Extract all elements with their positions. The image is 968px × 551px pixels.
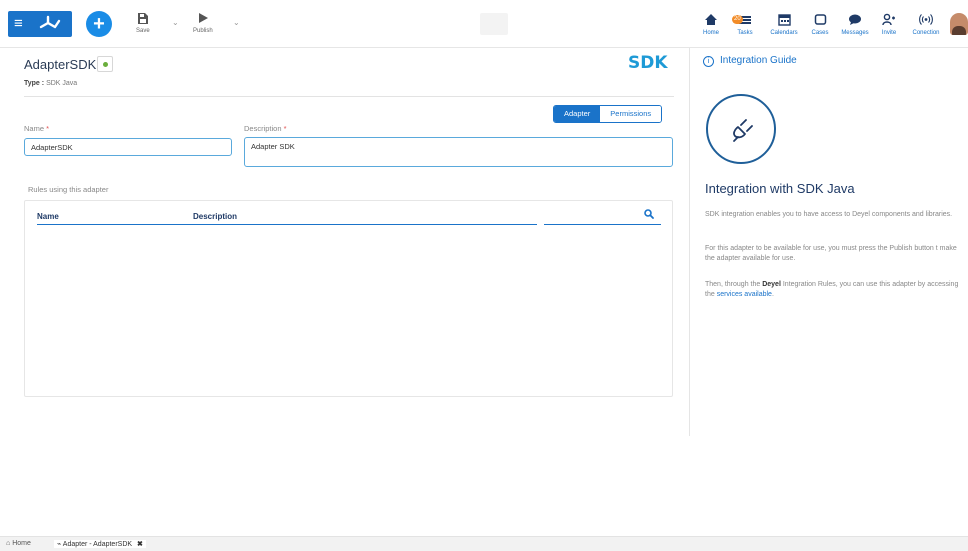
search-icon[interactable] <box>644 209 654 222</box>
nav-calendars[interactable]: Calendars <box>767 13 801 36</box>
description-field[interactable]: Adapter SDK <box>244 137 673 167</box>
top-toolbar: ≡ + Save ⌄ Publish ⌄ Home Tasks 20 Calen… <box>0 0 968 48</box>
sdk-brand-logo: SDK <box>628 53 668 73</box>
column-header-description[interactable]: Description <box>193 212 237 221</box>
tab-adapter[interactable]: Adapter <box>554 106 601 122</box>
home-icon <box>694 13 728 29</box>
table-search-input[interactable] <box>544 224 661 225</box>
user-avatar[interactable] <box>950 13 968 35</box>
publish-button[interactable]: Publish <box>193 12 213 34</box>
nav-invite[interactable]: Invite <box>872 13 906 36</box>
name-label-text: Name <box>24 124 45 133</box>
save-options-chevron-icon[interactable]: ⌄ <box>172 18 179 27</box>
table-header-underline <box>37 224 537 225</box>
type-value: SDK Java <box>46 80 78 87</box>
guide-title: Integration with SDK Java <box>705 181 855 196</box>
nav-cases[interactable]: Cases <box>803 13 837 36</box>
plug-icon <box>733 119 753 142</box>
connection-icon <box>909 13 943 29</box>
menu-icon[interactable]: ≡ <box>14 16 23 31</box>
guide-p3-start: Then, through the <box>705 281 763 288</box>
header-divider <box>24 96 674 97</box>
name-field[interactable]: AdapterSDK <box>24 138 232 156</box>
name-label: Name * <box>24 124 49 133</box>
messages-icon <box>838 13 872 29</box>
guide-paragraph-1: SDK integration enables you to have acce… <box>705 211 953 218</box>
column-header-name[interactable]: Name <box>37 212 59 221</box>
status-indicator[interactable] <box>97 56 113 72</box>
services-available-link[interactable]: services available <box>717 291 772 298</box>
adapter-small-icon: ⌁ <box>57 541 62 548</box>
calendar-icon <box>767 13 801 29</box>
guide-paragraph-2: For this adapter to be available for use… <box>705 245 957 262</box>
nav-connection[interactable]: Conection <box>909 13 943 36</box>
info-icon: i <box>703 56 714 67</box>
footer-tab-home[interactable]: ⌂ Home <box>6 540 31 547</box>
nav-calendars-label: Calendars <box>770 30 798 36</box>
guide-p3-deyel: Deyel <box>762 281 781 288</box>
publish-label: Publish <box>193 28 213 34</box>
guide-p3-end: . <box>771 291 774 298</box>
guide-paragraph-3: Then, through the Deyel Integration Rule… <box>705 280 965 300</box>
close-icon[interactable]: ✖ <box>137 541 143 548</box>
nav-cases-label: Cases <box>811 30 829 36</box>
adapter-type: Type : SDK Java <box>24 80 77 87</box>
description-required-mark: * <box>283 124 287 133</box>
page-title: AdapterSDK <box>24 57 97 72</box>
tasks-count-badge: 20 <box>732 15 743 24</box>
guide-header-label: Integration Guide <box>720 55 797 66</box>
publish-icon <box>193 12 213 26</box>
footer-tabs-bar: ⌂ Home ⌁ Adapter - AdapterSDK ✖ <box>0 536 968 551</box>
type-label: Type : <box>24 80 45 87</box>
guide-illustration <box>706 94 776 164</box>
footer-tab-adapter-label: Adapter - AdapterSDK <box>62 541 133 548</box>
save-button[interactable]: Save <box>136 12 150 34</box>
plus-icon: + <box>93 13 105 35</box>
guide-header[interactable]: i Integration Guide <box>703 55 797 67</box>
nav-messages[interactable]: Messages <box>838 13 872 36</box>
form-tabs: Adapter Permissions <box>553 105 663 123</box>
home-small-icon: ⌂ <box>6 540 11 547</box>
nav-invite-label: Invite <box>881 30 897 36</box>
publish-options-chevron-icon[interactable]: ⌄ <box>233 18 240 27</box>
panel-divider <box>689 48 690 436</box>
global-search-box[interactable] <box>480 13 508 35</box>
description-label-text: Description <box>244 124 282 133</box>
deyel-logo-icon <box>38 15 62 36</box>
save-icon <box>136 12 150 26</box>
description-label: Description * <box>244 124 287 133</box>
nav-messages-label: Messages <box>841 30 869 36</box>
save-label: Save <box>136 28 150 34</box>
create-new-button[interactable]: + <box>86 11 112 37</box>
nav-home-label: Home <box>702 30 719 36</box>
rules-table <box>24 200 673 397</box>
name-required-mark: * <box>46 124 50 133</box>
footer-tab-home-label: Home <box>12 540 31 547</box>
nav-tasks-label: Tasks <box>737 30 753 36</box>
nav-connection-label: Conection <box>912 30 940 36</box>
footer-tab-adapter[interactable]: ⌁ Adapter - AdapterSDK ✖ <box>54 540 146 548</box>
app-menu-brand[interactable]: ≡ <box>8 11 72 37</box>
nav-home[interactable]: Home <box>694 13 728 36</box>
rules-section-label: Rules using this adapter <box>28 185 109 194</box>
cases-icon <box>803 13 837 29</box>
tab-permissions[interactable]: Permissions <box>600 106 662 122</box>
invite-icon <box>872 13 906 29</box>
